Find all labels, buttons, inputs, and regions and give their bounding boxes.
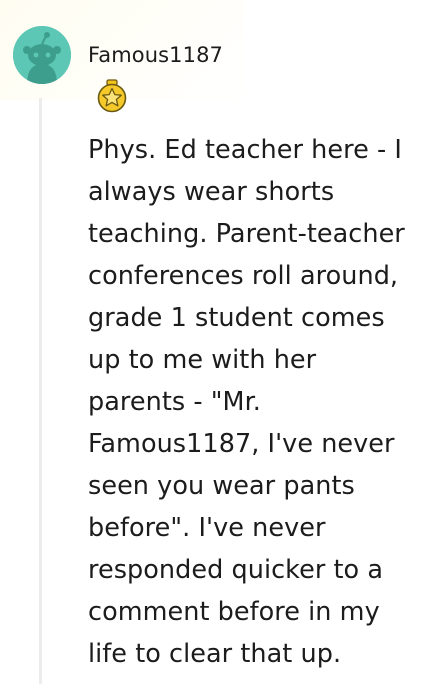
star-award-icon bbox=[96, 79, 128, 113]
snoo-avatar-icon[interactable] bbox=[13, 26, 71, 84]
comment-body: Phys. Ed teacher here - I always wear sh… bbox=[88, 135, 405, 669]
thread-collapse-line[interactable] bbox=[39, 98, 42, 684]
comment-card: Famous1187 Phys. Ed teacher here - I alw… bbox=[0, 0, 434, 684]
comment-username[interactable]: Famous1187 bbox=[88, 41, 223, 69]
